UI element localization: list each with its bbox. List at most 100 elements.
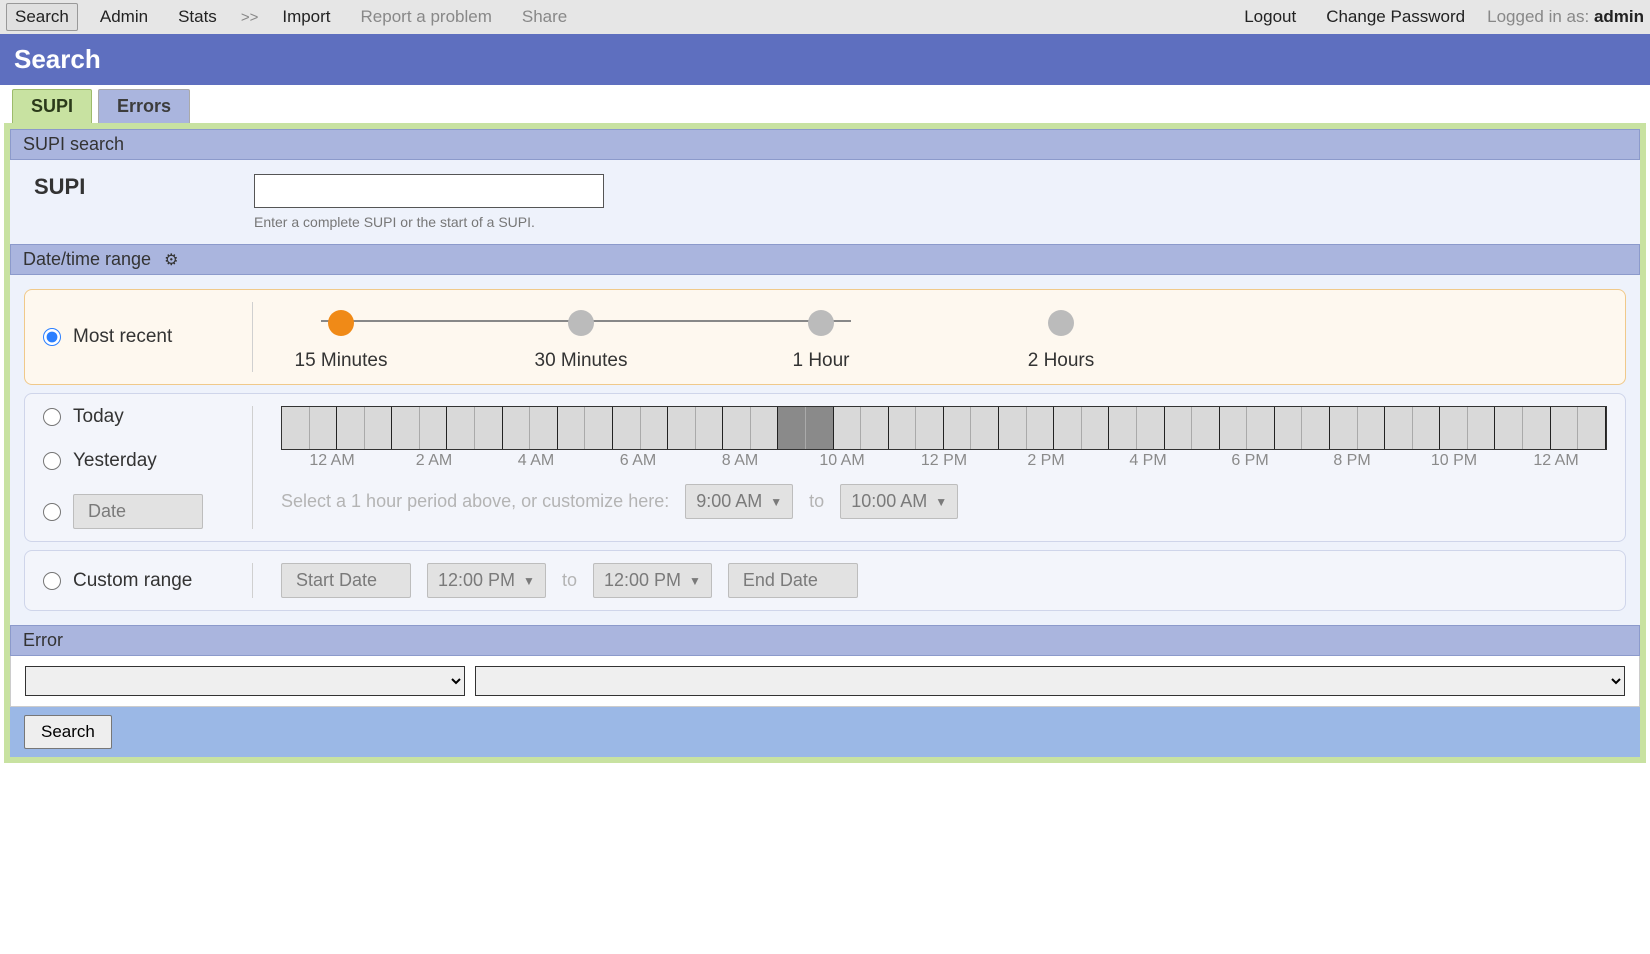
- nav-share[interactable]: Share: [514, 4, 575, 30]
- nav-search[interactable]: Search: [6, 3, 78, 31]
- timeline-cell[interactable]: [585, 407, 613, 449]
- tab-supi[interactable]: SUPI: [12, 89, 92, 123]
- timeline-cell[interactable]: [1109, 407, 1137, 449]
- stop-2hours[interactable]: 2 Hours: [1001, 310, 1121, 372]
- timeline-cell[interactable]: [1358, 407, 1386, 449]
- nav-import[interactable]: Import: [274, 4, 338, 30]
- error-select-2[interactable]: [475, 666, 1625, 696]
- timeline-cell[interactable]: [420, 407, 448, 449]
- nav-admin[interactable]: Admin: [92, 4, 156, 30]
- timeline-cell[interactable]: [1192, 407, 1220, 449]
- timeline-cell[interactable]: [944, 407, 972, 449]
- timeline-cell[interactable]: [1385, 407, 1413, 449]
- start-time-picker[interactable]: 12:00 PM ▼: [427, 563, 546, 598]
- timeline-cell[interactable]: [1578, 407, 1606, 449]
- timeline-cell[interactable]: [861, 407, 889, 449]
- stop-30min[interactable]: 30 Minutes: [521, 310, 641, 372]
- timeline-cell[interactable]: [613, 407, 641, 449]
- timeline-cell[interactable]: [834, 407, 862, 449]
- timeline-cell[interactable]: [916, 407, 944, 449]
- timeline-cell[interactable]: [282, 407, 310, 449]
- error-section-header: Error: [10, 625, 1640, 656]
- hour-label: 4 PM: [1097, 452, 1199, 470]
- timeline-cell[interactable]: [1220, 407, 1248, 449]
- day-timeline[interactable]: [281, 406, 1607, 450]
- recent-slider[interactable]: 15 Minutes 30 Minutes 1 Hour: [281, 302, 1607, 372]
- hour-label: 12 AM: [1505, 452, 1607, 470]
- timeline-cell[interactable]: [1027, 407, 1055, 449]
- nav-stats[interactable]: Stats: [170, 4, 225, 30]
- logged-in-label: Logged in as: admin: [1487, 7, 1644, 27]
- timeline-cell[interactable]: [1137, 407, 1165, 449]
- radio-date[interactable]: [43, 503, 61, 521]
- timeline-cell[interactable]: [1275, 407, 1303, 449]
- radio-custom-range[interactable]: [43, 572, 61, 590]
- dot-icon: [328, 310, 354, 336]
- timeline-cell[interactable]: [668, 407, 696, 449]
- chevron-down-icon: ▼: [770, 495, 782, 509]
- end-date-button[interactable]: End Date: [728, 563, 858, 598]
- timeline-cell[interactable]: [1054, 407, 1082, 449]
- timeline-cell[interactable]: [503, 407, 531, 449]
- date-picker-button[interactable]: Date: [73, 494, 203, 529]
- timeline-cell[interactable]: [696, 407, 724, 449]
- dot-icon: [1048, 310, 1074, 336]
- custom-range-label: Custom range: [73, 570, 192, 592]
- chevron-down-icon: ▼: [523, 574, 535, 588]
- tab-errors[interactable]: Errors: [98, 89, 190, 123]
- to-time-picker[interactable]: 10:00 AM ▼: [840, 484, 958, 519]
- timeline-cell[interactable]: [778, 407, 806, 449]
- supi-section-header: SUPI search: [10, 129, 1640, 160]
- end-time-picker[interactable]: 12:00 PM ▼: [593, 563, 712, 598]
- timeline-cell[interactable]: [530, 407, 558, 449]
- gear-icon[interactable]: ⚙: [164, 250, 178, 270]
- timeline-cell[interactable]: [751, 407, 779, 449]
- timeline-cell[interactable]: [337, 407, 365, 449]
- timeline-cell[interactable]: [971, 407, 999, 449]
- to-label: to: [809, 491, 824, 512]
- timeline-cell[interactable]: [1247, 407, 1275, 449]
- timeline-cell[interactable]: [475, 407, 503, 449]
- chevron-down-icon: ▼: [935, 495, 947, 509]
- timeline-cell[interactable]: [641, 407, 669, 449]
- chevron-down-icon: ▼: [689, 574, 701, 588]
- timeline-cell[interactable]: [1551, 407, 1579, 449]
- stop-1hour[interactable]: 1 Hour: [761, 310, 881, 372]
- timeline-cell[interactable]: [1082, 407, 1110, 449]
- logged-in-user: admin: [1594, 7, 1644, 26]
- main-panel: SUPI search SUPI Enter a complete SUPI o…: [4, 123, 1646, 763]
- timeline-cell[interactable]: [889, 407, 917, 449]
- stop-15min[interactable]: 15 Minutes: [281, 310, 401, 372]
- timeline-cell[interactable]: [999, 407, 1027, 449]
- radio-today[interactable]: [43, 408, 61, 426]
- nav-logout[interactable]: Logout: [1236, 4, 1304, 30]
- search-button[interactable]: Search: [24, 715, 112, 749]
- from-time-picker[interactable]: 9:00 AM ▼: [685, 484, 793, 519]
- chevron-right-icon[interactable]: >>: [239, 9, 261, 26]
- timeline-cell[interactable]: [1165, 407, 1193, 449]
- radio-most-recent[interactable]: [43, 328, 61, 346]
- timeline-cell[interactable]: [365, 407, 393, 449]
- nav-change-password[interactable]: Change Password: [1318, 4, 1473, 30]
- timeline-cell[interactable]: [558, 407, 586, 449]
- radio-yesterday[interactable]: [43, 452, 61, 470]
- timeline-cell[interactable]: [1468, 407, 1496, 449]
- timeline-cell[interactable]: [806, 407, 834, 449]
- nav-report-problem[interactable]: Report a problem: [353, 4, 500, 30]
- timeline-cell[interactable]: [1495, 407, 1523, 449]
- timeline-cell[interactable]: [1302, 407, 1330, 449]
- timeline-cell[interactable]: [1330, 407, 1358, 449]
- start-date-button[interactable]: Start Date: [281, 563, 411, 598]
- top-menu-bar: Search Admin Stats >> Import Report a pr…: [0, 0, 1650, 34]
- error-select-1[interactable]: [25, 666, 465, 696]
- timeline-cell[interactable]: [723, 407, 751, 449]
- timeline-cell[interactable]: [310, 407, 338, 449]
- supi-input[interactable]: [254, 174, 604, 208]
- timeline-cell[interactable]: [1523, 407, 1551, 449]
- timeline-cell[interactable]: [447, 407, 475, 449]
- supi-field-label: SUPI: [24, 174, 234, 200]
- timeline-cell[interactable]: [392, 407, 420, 449]
- timeline-cell[interactable]: [1413, 407, 1441, 449]
- timeline-cell[interactable]: [1440, 407, 1468, 449]
- datetime-section-header: Date/time range ⚙: [10, 244, 1640, 275]
